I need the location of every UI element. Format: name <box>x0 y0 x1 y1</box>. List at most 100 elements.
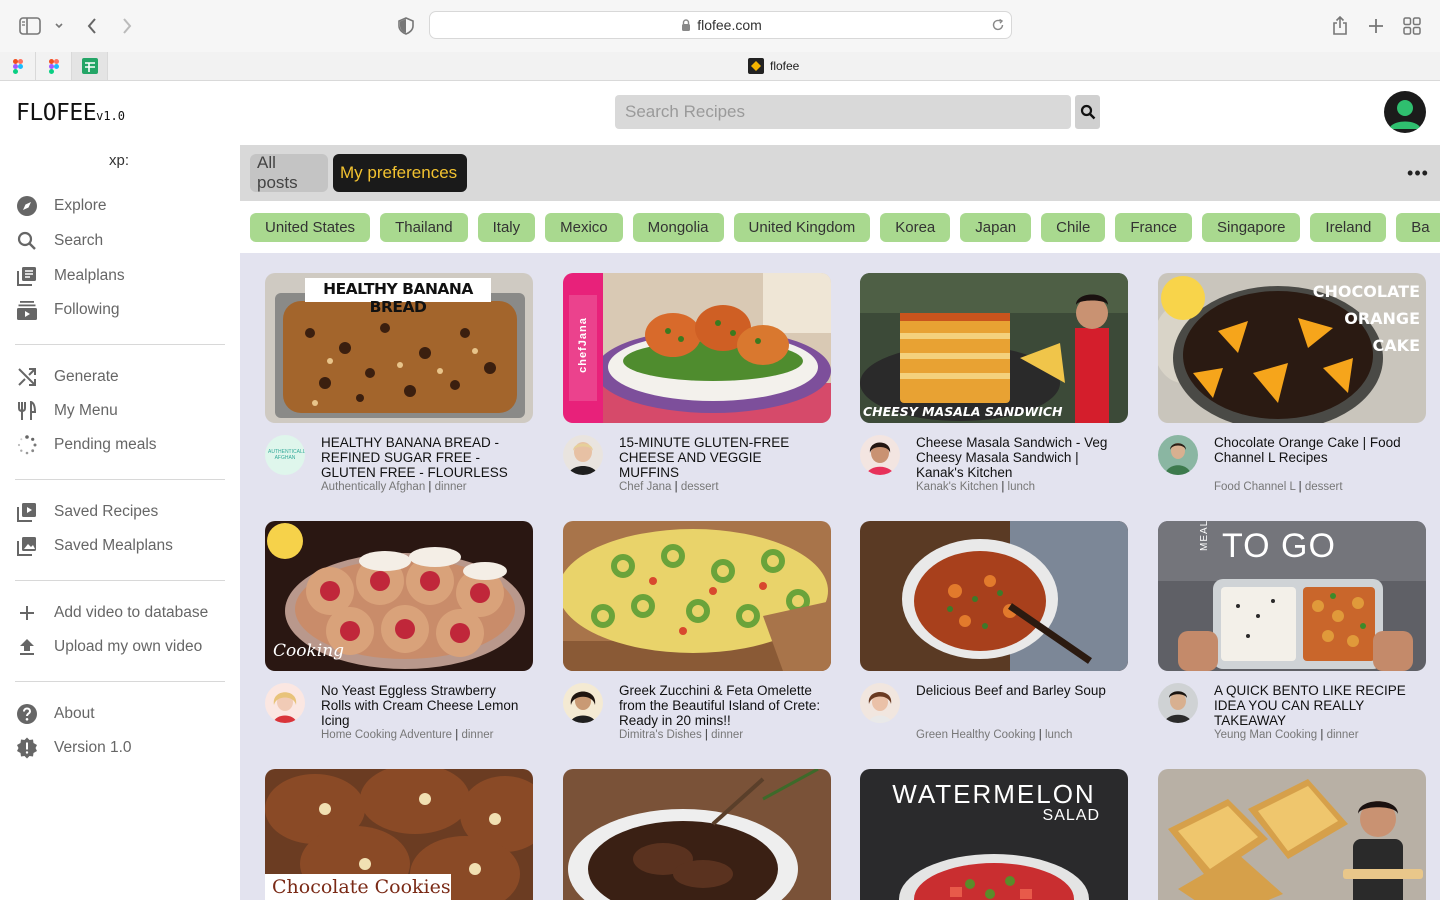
country-chip[interactable]: United States <box>250 213 371 242</box>
pinned-tab-figma-2[interactable] <box>36 52 72 80</box>
help-icon <box>16 703 38 725</box>
more-options-icon[interactable]: ••• <box>1407 163 1428 183</box>
channel-avatar[interactable] <box>860 683 900 723</box>
country-chip[interactable]: France <box>1115 213 1193 242</box>
recipe-card[interactable]: CHOCOLATE ORANGE CAKE Chocolate Orange C… <box>1158 273 1426 495</box>
country-chip[interactable]: Chile <box>1041 213 1106 242</box>
recipe-card[interactable] <box>563 769 831 900</box>
recipe-title[interactable]: A QUICK BENTO LIKE RECIPE IDEA YOU CAN R… <box>1214 683 1419 728</box>
country-chip[interactable]: Mongolia <box>632 213 724 242</box>
recipe-title[interactable]: 15-MINUTE GLUTEN-FREE CHEESE AND VEGGIE … <box>619 435 824 480</box>
recipe-card[interactable]: Chocolate Cookies <box>265 769 533 900</box>
recipe-card[interactable]: WATERMELON SALAD <box>860 769 1128 900</box>
country-chip[interactable]: Ireland <box>1310 213 1387 242</box>
back-icon[interactable] <box>80 14 104 38</box>
country-chip[interactable]: Ba <box>1396 213 1440 242</box>
recipe-thumbnail[interactable]: Chocolate Cookies <box>265 769 533 900</box>
recipe-card[interactable]: MEAL TO GO A QUICK BENTO LIKE RECIPE IDE… <box>1158 521 1426 743</box>
tab-all-posts[interactable]: All posts <box>250 153 328 192</box>
share-icon[interactable] <box>1328 14 1352 38</box>
recipe-thumbnail[interactable]: CHOCOLATE ORANGE CAKE <box>1158 273 1426 423</box>
thumbnail-caption: CAKE <box>1372 336 1420 355</box>
channel-name[interactable]: Authentically Afghan <box>321 481 425 493</box>
country-chip[interactable]: Singapore <box>1202 213 1301 242</box>
recipe-thumbnail[interactable] <box>563 521 831 671</box>
active-tab[interactable]: flofee <box>748 58 799 74</box>
nav-mealplans[interactable]: Mealplans <box>16 264 125 288</box>
recipe-title[interactable]: HEALTHY BANANA BREAD - REFINED SUGAR FRE… <box>321 435 526 480</box>
recipe-title[interactable]: Delicious Beef and Barley Soup <box>916 683 1121 698</box>
recipe-card[interactable] <box>1158 769 1426 900</box>
recipe-title[interactable]: Greek Zucchini & Feta Omelette from the … <box>619 683 824 728</box>
channel-name[interactable]: Yeung Man Cooking <box>1214 729 1317 741</box>
nav-add-video[interactable]: Add video to database <box>16 601 208 625</box>
sidebar-toggle-icon[interactable] <box>18 14 42 38</box>
channel-avatar[interactable] <box>563 435 603 475</box>
country-chip[interactable]: Italy <box>477 213 536 242</box>
pinned-tab-sheets[interactable] <box>72 52 108 80</box>
tab-overview-icon[interactable] <box>1400 14 1424 38</box>
recipe-thumbnail[interactable]: Cooking <box>265 521 533 671</box>
recipe-card[interactable]: CHEESY MASALA SANDWICH Cheese Masala San… <box>860 273 1128 495</box>
profile-avatar[interactable] <box>1384 91 1426 133</box>
nav-following[interactable]: Following <box>16 298 119 322</box>
channel-name[interactable]: Green Healthy Cooking <box>916 729 1036 741</box>
country-chip[interactable]: United Kingdom <box>733 213 871 242</box>
nav-my-menu[interactable]: My Menu <box>16 399 118 423</box>
channel-name[interactable]: Kanak's Kitchen <box>916 481 998 493</box>
nav-about[interactable]: About <box>16 702 95 726</box>
nav-pending-meals[interactable]: Pending meals <box>16 433 157 457</box>
channel-name[interactable]: Food Channel L <box>1214 481 1295 493</box>
channel-avatar[interactable] <box>1158 683 1198 723</box>
app-title[interactable]: FLOFEEv1.0 <box>16 100 125 126</box>
channel-avatar[interactable] <box>265 683 305 723</box>
channel-avatar[interactable] <box>563 683 603 723</box>
channel-name[interactable]: Home Cooking Adventure <box>321 729 452 741</box>
country-chip[interactable]: Mexico <box>545 213 623 242</box>
forward-icon[interactable] <box>115 14 139 38</box>
country-chip[interactable]: Korea <box>880 213 951 242</box>
nav-label: Generate <box>54 368 119 385</box>
recipe-card[interactable]: Delicious Beef and Barley Soup Green Hea… <box>860 521 1128 743</box>
new-tab-icon[interactable] <box>1364 14 1388 38</box>
recipe-title[interactable]: Chocolate Orange Cake | Food Channel L R… <box>1214 435 1419 465</box>
recipe-thumbnail[interactable]: HEALTHY BANANA BREAD <box>265 273 533 423</box>
recipe-card[interactable]: Cooking No Yeast Eggless Strawberry Roll… <box>265 521 533 743</box>
recipe-title[interactable]: No Yeast Eggless Strawberry Rolls with C… <box>321 683 526 728</box>
shield-icon[interactable] <box>394 14 418 38</box>
chevron-down-icon[interactable] <box>48 14 70 38</box>
recipe-thumbnail[interactable] <box>563 769 831 900</box>
tab-my-preferences[interactable]: My preferences <box>333 154 467 192</box>
reload-icon[interactable] <box>991 18 1005 32</box>
country-chip[interactable]: Japan <box>960 213 1032 242</box>
recipe-card[interactable]: chefJana 15-MINUTE GLUTEN-FREE CHEESE AN… <box>563 273 831 495</box>
nav-saved-recipes[interactable]: Saved Recipes <box>16 500 158 524</box>
search-input[interactable] <box>615 95 1071 129</box>
channel-avatar[interactable]: AUTHENTICALLY AFGHAN <box>265 435 305 475</box>
country-chip[interactable]: Thailand <box>380 213 468 242</box>
nav-generate[interactable]: Generate <box>16 365 119 389</box>
nav-search[interactable]: Search <box>16 229 103 253</box>
recipe-meta: Food Channel L | dessert <box>1214 481 1343 493</box>
recipe-card[interactable]: HEALTHY BANANA BREAD AUTHENTICALLY AFGHA… <box>265 273 533 495</box>
nav-saved-mealplans[interactable]: Saved Mealplans <box>16 534 173 558</box>
recipe-thumbnail[interactable] <box>1158 769 1426 900</box>
recipe-thumbnail[interactable]: MEAL TO GO <box>1158 521 1426 671</box>
channel-avatar[interactable] <box>860 435 900 475</box>
recipe-title[interactable]: Cheese Masala Sandwich - Veg Cheesy Masa… <box>916 435 1121 480</box>
address-bar[interactable]: flofee.com <box>429 11 1012 39</box>
channel-name[interactable]: Chef Jana <box>619 481 671 493</box>
sidebar-divider <box>15 681 225 682</box>
recipe-thumbnail[interactable]: chefJana <box>563 273 831 423</box>
recipe-thumbnail[interactable]: WATERMELON SALAD <box>860 769 1128 900</box>
channel-avatar[interactable] <box>1158 435 1198 475</box>
nav-explore[interactable]: Explore <box>16 194 107 218</box>
recipe-card[interactable]: Greek Zucchini & Feta Omelette from the … <box>563 521 831 743</box>
nav-upload-video[interactable]: Upload my own video <box>16 635 202 659</box>
nav-version[interactable]: Version 1.0 <box>16 736 132 760</box>
channel-name[interactable]: Dimitra's Dishes <box>619 729 702 741</box>
recipe-thumbnail[interactable] <box>860 521 1128 671</box>
search-button[interactable] <box>1075 95 1100 129</box>
pinned-tab-figma[interactable] <box>0 52 36 80</box>
recipe-thumbnail[interactable]: CHEESY MASALA SANDWICH <box>860 273 1128 423</box>
